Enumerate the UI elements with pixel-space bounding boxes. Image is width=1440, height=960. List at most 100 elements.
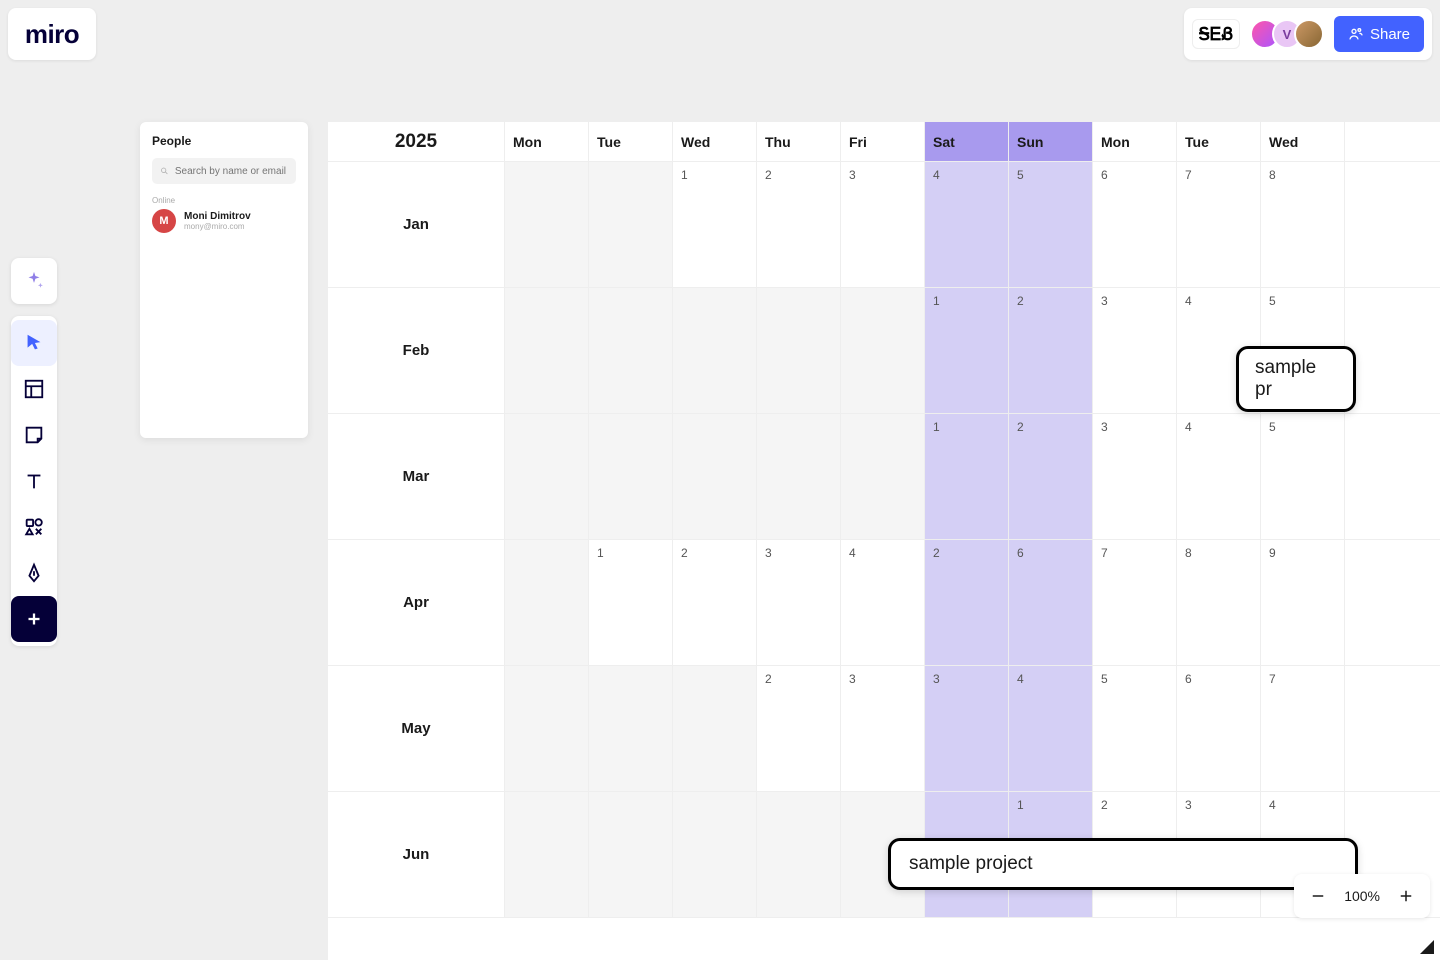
person-row[interactable]: M Moni Dimitrov mony@miro.com — [152, 209, 296, 233]
reactions-glyph: ᎦᎬᏰ — [1199, 24, 1234, 45]
calendar-day-cell[interactable] — [673, 414, 757, 539]
day-header: Thu — [757, 122, 841, 161]
calendar-day-cell[interactable]: 7 — [1261, 666, 1345, 791]
person-email: mony@miro.com — [184, 222, 251, 231]
minus-icon — [1309, 887, 1327, 905]
calendar-day-cell[interactable]: 8 — [1261, 162, 1345, 287]
calendar-month-row: Mar12345 — [328, 414, 1440, 540]
template-icon — [23, 378, 45, 400]
day-header: Mon — [505, 122, 589, 161]
zoom-in-button[interactable] — [1388, 878, 1424, 914]
calendar-day-cell[interactable] — [673, 666, 757, 791]
day-header: Mon — [1093, 122, 1177, 161]
day-header: Sun — [1009, 122, 1093, 161]
calendar-day-cell[interactable]: 4 — [1177, 414, 1261, 539]
calendar-day-cell[interactable]: 4 — [1009, 666, 1093, 791]
calendar-day-cell[interactable] — [589, 414, 673, 539]
calendar-day-cell[interactable] — [841, 288, 925, 413]
calendar-day-cell[interactable]: 7 — [1093, 540, 1177, 665]
calendar-day-cell[interactable]: 7 — [1177, 162, 1261, 287]
share-label: Share — [1370, 26, 1410, 43]
calendar-day-cell[interactable]: 9 — [1261, 540, 1345, 665]
calendar-day-cell[interactable]: 6 — [1009, 540, 1093, 665]
calendar-day-cell[interactable]: 5 — [1093, 666, 1177, 791]
calendar-day-cell[interactable]: 3 — [1093, 288, 1177, 413]
avatar[interactable] — [1294, 19, 1324, 49]
calendar-day-cell[interactable] — [505, 414, 589, 539]
calendar-day-cell[interactable] — [505, 288, 589, 413]
calendar-day-cell[interactable] — [757, 792, 841, 917]
calendar-header-row: 2025 MonTueWedThuFriSatSunMonTueWed — [328, 122, 1440, 162]
calendar-day-cell[interactable] — [505, 666, 589, 791]
calendar-day-cell[interactable]: 3 — [925, 666, 1009, 791]
calendar-day-cell[interactable] — [757, 414, 841, 539]
calendar-month-row: Apr123426789 — [328, 540, 1440, 666]
miro-logo[interactable]: miro — [8, 8, 96, 60]
pen-tool-button[interactable] — [11, 550, 57, 596]
calendar[interactable]: 2025 MonTueWedThuFriSatSunMonTueWed Jan1… — [328, 122, 1440, 960]
calendar-day-cell[interactable] — [841, 414, 925, 539]
calendar-day-cell[interactable]: 2 — [757, 162, 841, 287]
calendar-day-cell[interactable]: 5 — [1261, 414, 1345, 539]
calendar-day-cell[interactable]: 4 — [841, 540, 925, 665]
event-text: sample project — [909, 853, 1033, 874]
shapes-tool-button[interactable] — [11, 504, 57, 550]
sticky-tool-button[interactable] — [11, 412, 57, 458]
calendar-day-cell[interactable]: 1 — [925, 288, 1009, 413]
text-tool-button[interactable] — [11, 458, 57, 504]
calendar-day-cell[interactable]: 3 — [841, 162, 925, 287]
calendar-day-cell[interactable]: 1 — [925, 414, 1009, 539]
month-label: May — [328, 666, 505, 791]
calendar-day-cell[interactable]: 3 — [757, 540, 841, 665]
day-header: Tue — [589, 122, 673, 161]
calendar-day-cell[interactable]: 2 — [925, 540, 1009, 665]
search-icon — [160, 166, 169, 176]
event-card[interactable]: sample pr — [1236, 346, 1356, 412]
collaborator-avatars[interactable]: V — [1250, 19, 1324, 49]
reactions-button[interactable]: ᎦᎬᏰ — [1192, 19, 1240, 49]
calendar-day-cell[interactable]: 5 — [1009, 162, 1093, 287]
calendar-day-cell[interactable]: 4 — [925, 162, 1009, 287]
zoom-out-button[interactable] — [1300, 878, 1336, 914]
sparkle-icon — [23, 270, 45, 292]
resize-corner-icon[interactable] — [1420, 940, 1434, 954]
calendar-day-cell[interactable] — [505, 540, 589, 665]
calendar-day-cell[interactable] — [589, 792, 673, 917]
left-toolbar — [10, 258, 58, 646]
calendar-month-row: Jan12345678 — [328, 162, 1440, 288]
calendar-day-cell[interactable]: 6 — [1093, 162, 1177, 287]
select-tool-button[interactable] — [11, 320, 57, 366]
people-search[interactable] — [152, 158, 296, 184]
calendar-day-cell[interactable]: 1 — [589, 540, 673, 665]
calendar-day-cell[interactable]: 2 — [673, 540, 757, 665]
calendar-day-cell[interactable]: 6 — [1177, 666, 1261, 791]
zoom-controls: 100% — [1294, 874, 1430, 918]
calendar-day-cell[interactable]: 3 — [841, 666, 925, 791]
calendar-day-cell[interactable]: 2 — [757, 666, 841, 791]
calendar-day-cell[interactable] — [673, 288, 757, 413]
calendar-day-cell[interactable] — [589, 666, 673, 791]
calendar-day-cell[interactable] — [757, 288, 841, 413]
event-text: sample pr — [1255, 357, 1316, 400]
share-button[interactable]: Share — [1334, 16, 1424, 52]
calendar-day-cell[interactable]: 3 — [1093, 414, 1177, 539]
calendar-day-cell[interactable] — [505, 792, 589, 917]
month-label: Apr — [328, 540, 505, 665]
calendar-day-cell[interactable] — [589, 162, 673, 287]
template-tool-button[interactable] — [11, 366, 57, 412]
calendar-day-cell[interactable] — [673, 792, 757, 917]
logo-text: miro — [25, 19, 79, 50]
calendar-day-cell[interactable] — [505, 162, 589, 287]
plus-icon — [1397, 887, 1415, 905]
people-search-input[interactable] — [175, 166, 288, 177]
calendar-day-cell[interactable] — [589, 288, 673, 413]
zoom-level[interactable]: 100% — [1340, 888, 1384, 904]
calendar-day-cell[interactable]: 2 — [1009, 288, 1093, 413]
event-card[interactable]: sample project — [888, 838, 1358, 890]
ai-tool-button[interactable] — [11, 258, 57, 304]
calendar-day-cell[interactable]: 2 — [1009, 414, 1093, 539]
plus-icon — [23, 608, 45, 630]
more-tools-button[interactable] — [11, 596, 57, 642]
calendar-day-cell[interactable]: 8 — [1177, 540, 1261, 665]
calendar-day-cell[interactable]: 1 — [673, 162, 757, 287]
